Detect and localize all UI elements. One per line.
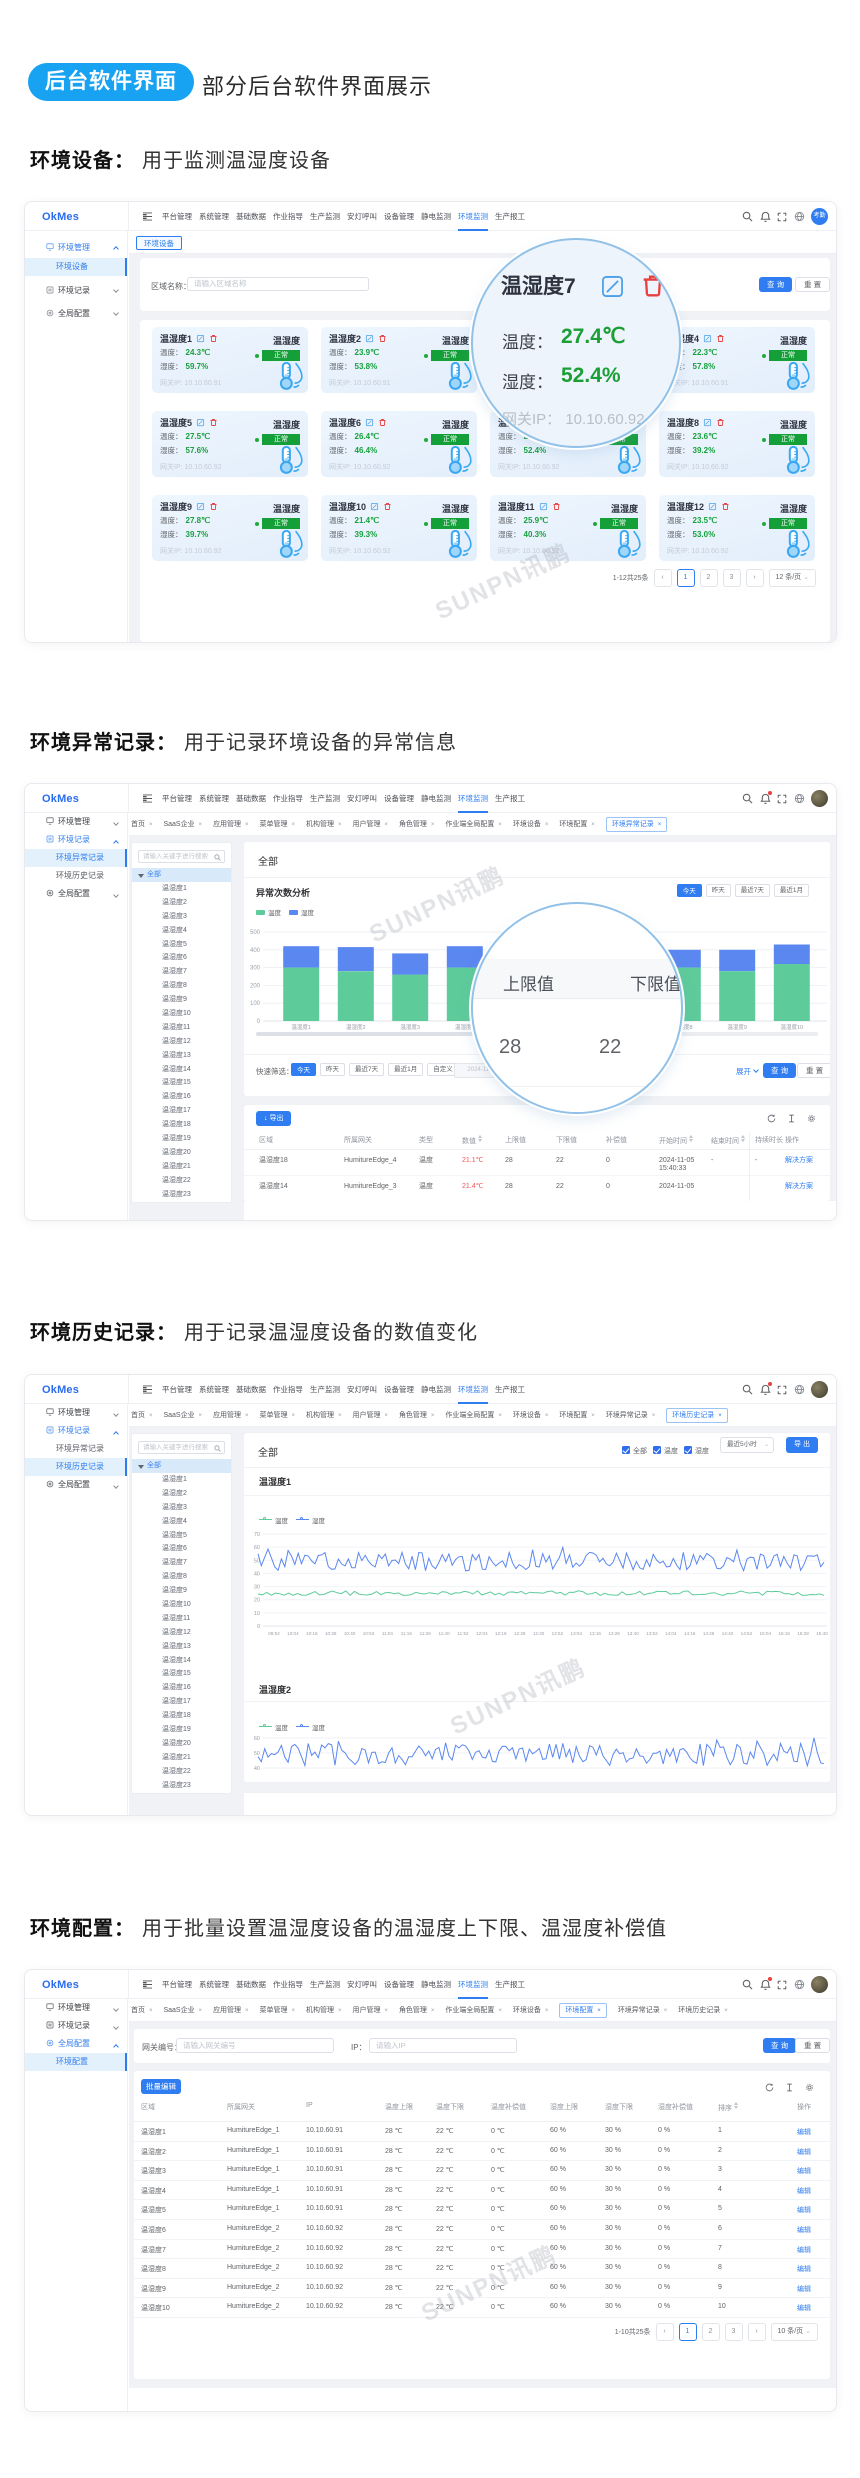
- svg-text:13:52: 13:52: [646, 1631, 658, 1636]
- svg-text:温湿度1: 温湿度1: [291, 1023, 311, 1031]
- svg-text:温湿度2: 温湿度2: [346, 1023, 366, 1031]
- svg-text:60: 60: [254, 1736, 260, 1742]
- svg-text:11:52: 11:52: [457, 1631, 469, 1636]
- svg-text:14:52: 14:52: [741, 1631, 753, 1636]
- svg-text:11:40: 11:40: [439, 1631, 451, 1636]
- svg-text:10:52: 10:52: [363, 1631, 375, 1636]
- svg-text:12:40: 12:40: [533, 1631, 545, 1636]
- svg-text:13:16: 13:16: [589, 1631, 601, 1636]
- svg-text:15:40: 15:40: [816, 1631, 828, 1636]
- svg-text:40: 40: [254, 1571, 260, 1577]
- svg-text:15:28: 15:28: [797, 1631, 809, 1636]
- svg-text:10: 10: [254, 1611, 260, 1617]
- svg-text:30: 30: [254, 1585, 260, 1591]
- svg-text:13:04: 13:04: [571, 1631, 583, 1636]
- svg-text:12:16: 12:16: [495, 1631, 507, 1636]
- svg-text:300: 300: [250, 966, 261, 972]
- svg-text:20: 20: [254, 1598, 260, 1604]
- svg-text:50: 50: [254, 1751, 260, 1757]
- svg-text:12:28: 12:28: [514, 1631, 526, 1636]
- svg-text:100: 100: [250, 1001, 261, 1007]
- svg-text:10:16: 10:16: [306, 1631, 318, 1636]
- svg-text:10:40: 10:40: [344, 1631, 356, 1636]
- svg-text:13:28: 13:28: [608, 1631, 620, 1636]
- svg-text:200: 200: [250, 983, 261, 989]
- svg-text:0: 0: [257, 1019, 261, 1025]
- svg-text:40: 40: [254, 1766, 260, 1772]
- svg-text:12:52: 12:52: [552, 1631, 564, 1636]
- svg-text:14:28: 14:28: [703, 1631, 715, 1636]
- svg-text:11:16: 11:16: [401, 1631, 413, 1636]
- svg-text:温湿度9: 温湿度9: [727, 1023, 747, 1031]
- svg-text:10:04: 10:04: [287, 1631, 299, 1636]
- svg-text:400: 400: [250, 948, 261, 954]
- svg-text:60: 60: [254, 1545, 260, 1551]
- svg-text:15:16: 15:16: [778, 1631, 790, 1636]
- svg-text:12:04: 12:04: [476, 1631, 488, 1636]
- svg-text:14:04: 14:04: [665, 1631, 677, 1636]
- svg-text:14:16: 14:16: [684, 1631, 696, 1636]
- svg-text:15:04: 15:04: [760, 1631, 772, 1636]
- svg-text:09:52: 09:52: [268, 1631, 280, 1636]
- svg-text:温湿度10: 温湿度10: [780, 1023, 803, 1031]
- svg-text:11:04: 11:04: [382, 1631, 394, 1636]
- svg-text:13:40: 13:40: [627, 1631, 639, 1636]
- svg-text:70: 70: [254, 1532, 260, 1538]
- svg-text:10:28: 10:28: [325, 1631, 337, 1636]
- svg-text:温湿度3: 温湿度3: [400, 1023, 420, 1031]
- svg-text:0: 0: [257, 1624, 260, 1630]
- svg-text:500: 500: [250, 930, 261, 936]
- svg-text:14:40: 14:40: [722, 1631, 734, 1636]
- svg-text:11:28: 11:28: [420, 1631, 432, 1636]
